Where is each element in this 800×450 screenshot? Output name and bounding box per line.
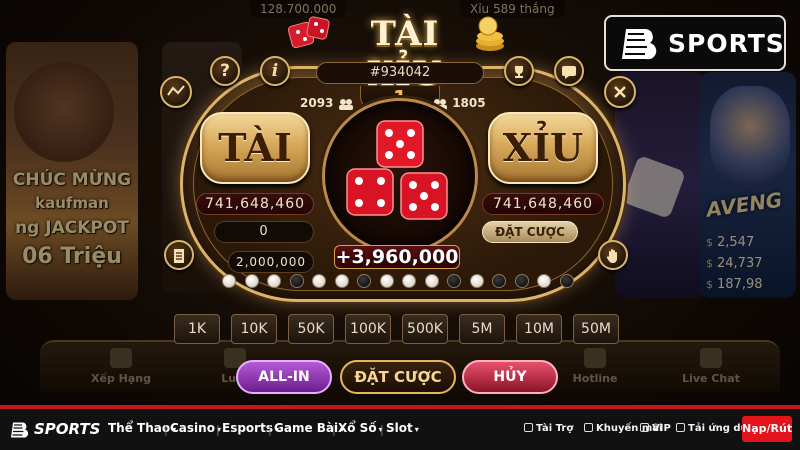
close-button[interactable]	[604, 76, 636, 108]
chip-button[interactable]: 10M	[516, 314, 562, 344]
history-dot	[559, 274, 574, 288]
chat-icon	[562, 66, 576, 79]
site-brand-name: SPORTS	[34, 420, 101, 438]
menu-separator: |	[380, 423, 384, 436]
history-dot	[537, 274, 551, 288]
result-history	[222, 274, 578, 292]
tai-label: TÀI	[218, 125, 292, 170]
dice-bowl	[322, 98, 478, 254]
dice-icon	[346, 120, 448, 220]
site-navbar: SPORTS Thể Thao ▾ Casino ▾ | Esports ▾ | Game Bà…	[0, 405, 800, 450]
stats-button[interactable]	[160, 76, 192, 108]
history-button[interactable]	[164, 240, 194, 270]
phone-icon	[676, 423, 685, 432]
history-dot	[514, 274, 529, 288]
info-icon: i	[271, 61, 279, 81]
red-dice-icon	[287, 16, 330, 49]
site-link[interactable]: VIP	[640, 423, 671, 434]
history-dot	[469, 274, 484, 288]
game-screen: CHÚC MỪNG kaufman ng JACKPOT 06 Triệu AV…	[0, 0, 800, 450]
place-bet-button[interactable]: ĐẶT CƯỢC	[340, 360, 456, 394]
tai-placed-bet: 2,000,000	[228, 251, 314, 273]
gold-coins-icon	[476, 16, 504, 51]
help-button[interactable]: ?	[210, 56, 240, 86]
xiu-total-amount: 741,648,460	[482, 193, 604, 215]
menu-separator: |	[332, 423, 336, 436]
brand-name: SPORTS	[668, 29, 785, 58]
chip-button[interactable]: 100K	[345, 314, 391, 344]
chip-button[interactable]: 50M	[573, 314, 619, 344]
game-title: TÀI XỈU	[368, 14, 442, 94]
document-icon	[174, 249, 184, 263]
site-menu-item[interactable]: Casino ▾	[170, 421, 221, 435]
question-icon: ?	[220, 61, 230, 81]
history-dot	[379, 274, 394, 288]
hand-button[interactable]	[598, 240, 628, 270]
chip-button[interactable]: 1K	[174, 314, 220, 344]
site-menu-item[interactable]: Xổ Số ▾	[338, 421, 383, 435]
menu-separator: |	[216, 423, 220, 436]
brand-logo: SPORTS	[604, 15, 786, 71]
b-logo-icon	[11, 422, 29, 438]
xiu-place-bet-button[interactable]: ĐẶT CƯỢC	[482, 221, 578, 243]
history-dot	[402, 274, 416, 288]
cancel-button[interactable]: HỦY	[462, 360, 558, 394]
b-logo-icon	[622, 29, 657, 60]
win-amount: +3,960,000	[334, 245, 460, 269]
trophy-icon	[515, 66, 523, 78]
history-dot	[334, 274, 349, 288]
site-logo[interactable]: SPORTS	[10, 420, 110, 442]
menu-separator: |	[164, 423, 168, 436]
gift-icon	[584, 423, 593, 432]
xiu-label: XỈU	[502, 125, 584, 170]
vip-icon	[640, 423, 649, 432]
chip-button[interactable]: 500K	[402, 314, 448, 344]
chip-button[interactable]: 50K	[288, 314, 334, 344]
history-dot	[312, 274, 326, 288]
chip-button[interactable]: 5M	[459, 314, 505, 344]
site-menu-item[interactable]: Slot ▾	[386, 421, 419, 435]
chart-icon	[167, 85, 185, 96]
all-in-button[interactable]: ALL-IN	[236, 360, 332, 394]
session-id: #934042	[316, 62, 484, 84]
history-dot	[289, 274, 304, 288]
menu-separator: |	[268, 423, 272, 436]
chip-selector: 1K 10K 50K 100K 500K 5M 10M 50M	[174, 314, 624, 344]
history-dot	[244, 274, 259, 288]
sponsor-icon	[524, 423, 533, 432]
info-button[interactable]: i	[260, 56, 290, 86]
hand-icon	[606, 249, 617, 263]
close-icon	[614, 86, 626, 98]
chevron-down-icon: ▾	[414, 425, 419, 434]
history-dot	[267, 274, 281, 288]
chat-button[interactable]	[554, 56, 584, 86]
chip-button[interactable]: 10K	[231, 314, 277, 344]
history-dot	[447, 274, 461, 288]
history-dot	[424, 274, 439, 288]
leaderboard-button[interactable]	[504, 56, 534, 86]
history-dot	[222, 274, 236, 288]
tai-total-amount: 741,648,460	[196, 193, 314, 215]
xiu-bet-area[interactable]: XỈU	[488, 112, 598, 184]
site-link[interactable]: Tài Trợ	[524, 423, 573, 434]
history-dot	[357, 274, 371, 288]
history-dot	[492, 274, 506, 288]
tai-bet-area[interactable]: TÀI	[200, 112, 310, 184]
tai-bet-input[interactable]: 0	[214, 221, 314, 243]
deposit-withdraw-button[interactable]: Nạp/Rút	[742, 416, 792, 442]
